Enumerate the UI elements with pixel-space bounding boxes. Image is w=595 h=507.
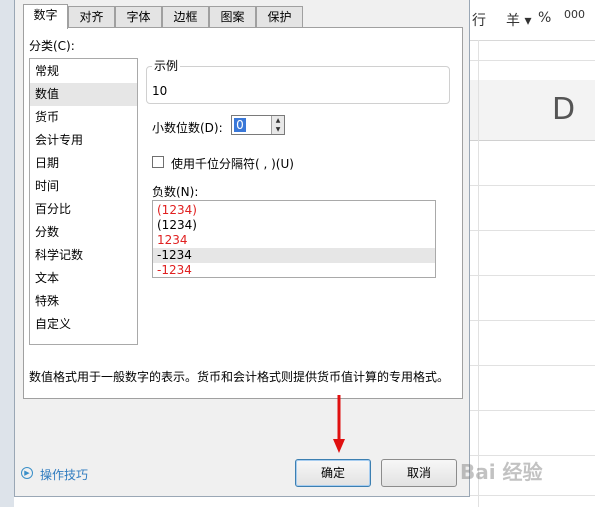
grid-line bbox=[470, 410, 595, 411]
category-list[interactable]: 常规 数值 货币 会计专用 日期 时间 百分比 分数 科学记数 文本 特殊 自定… bbox=[29, 58, 138, 345]
tab-font[interactable]: 字体 bbox=[115, 6, 162, 28]
negative-option[interactable]: -1234 bbox=[153, 248, 435, 263]
column-header-label: D bbox=[552, 92, 576, 127]
tab-border[interactable]: 边框 bbox=[162, 6, 209, 28]
category-item[interactable]: 文本 bbox=[30, 267, 137, 290]
watermark-logo: Bai 经验 bbox=[460, 460, 543, 484]
grid-line bbox=[470, 495, 595, 496]
tab-pattern[interactable]: 图案 bbox=[209, 6, 256, 28]
thousand-separator-label[interactable]: 使用千位分隔符( , )(U) bbox=[171, 155, 294, 172]
thousands-format-button[interactable]: 000 bbox=[564, 8, 585, 21]
tab-number[interactable]: 数字 bbox=[23, 4, 68, 29]
toolbar-partial-text: 行 bbox=[472, 13, 486, 29]
decimal-places-spinner: 0 ▲ ▼ bbox=[231, 115, 285, 135]
thousand-separator-checkbox[interactable] bbox=[152, 156, 164, 168]
play-circle-icon: ▶ bbox=[21, 467, 33, 479]
sample-legend: 示例 bbox=[152, 57, 181, 74]
number-tab-panel: 分类(C): 常规 数值 货币 会计专用 日期 时间 百分比 分数 科学记数 文… bbox=[23, 27, 463, 399]
category-item[interactable]: 时间 bbox=[30, 175, 137, 198]
decimal-places-input[interactable]: 0 bbox=[234, 118, 246, 132]
format-description: 数值格式用于一般数字的表示。货币和会计格式则提供货币值计算的专用格式。 bbox=[29, 370, 450, 384]
app-left-edge bbox=[0, 0, 14, 507]
currency-format-button[interactable]: 羊 ▾ bbox=[506, 10, 531, 30]
category-item[interactable]: 分数 bbox=[30, 221, 137, 244]
column-header-d[interactable]: D bbox=[470, 80, 595, 141]
negative-numbers-list[interactable]: (1234) (1234) 1234 -1234 -1234 bbox=[152, 200, 436, 278]
arrow-head bbox=[333, 439, 345, 453]
sample-box bbox=[146, 66, 450, 104]
category-item[interactable]: 百分比 bbox=[30, 198, 137, 221]
spin-down-button[interactable]: ▼ bbox=[271, 125, 284, 134]
negative-option[interactable]: (1234) bbox=[153, 203, 435, 218]
red-arrow-icon bbox=[333, 395, 345, 453]
category-item[interactable]: 数值 bbox=[30, 83, 137, 106]
category-item[interactable]: 会计专用 bbox=[30, 129, 137, 152]
grid-line bbox=[470, 320, 595, 321]
ribbon-toolbar: 行 羊 ▾ % 000 bbox=[470, 0, 595, 41]
category-label: 分类(C): bbox=[29, 39, 75, 53]
negative-option[interactable]: (1234) bbox=[153, 218, 435, 233]
decimal-places-label: 小数位数(D): bbox=[152, 121, 223, 135]
category-item[interactable]: 货币 bbox=[30, 106, 137, 129]
grid-line bbox=[470, 230, 595, 231]
negative-option[interactable]: 1234 bbox=[153, 233, 435, 248]
grid-line bbox=[470, 185, 595, 186]
spin-up-button[interactable]: ▲ bbox=[271, 116, 284, 125]
sample-value: 10 bbox=[152, 84, 168, 98]
tab-protection[interactable]: 保护 bbox=[256, 6, 303, 28]
spreadsheet-background: 行 羊 ▾ % 000 D bbox=[470, 0, 595, 507]
ok-button[interactable]: 确定 bbox=[295, 459, 371, 487]
category-item[interactable]: 自定义 bbox=[30, 313, 137, 336]
category-item[interactable]: 科学记数 bbox=[30, 244, 137, 267]
category-item[interactable]: 特殊 bbox=[30, 290, 137, 313]
percent-format-button[interactable]: % bbox=[538, 10, 551, 26]
grid-line bbox=[470, 275, 595, 276]
tab-alignment[interactable]: 对齐 bbox=[68, 6, 115, 28]
format-cells-dialog: 数字 对齐 字体 边框 图案 保护 分类(C): 常规 数值 货币 会计专用 日… bbox=[14, 0, 470, 497]
cancel-button[interactable]: 取消 bbox=[381, 459, 457, 487]
category-item[interactable]: 日期 bbox=[30, 152, 137, 175]
grid-line bbox=[470, 60, 595, 61]
negative-numbers-label: 负数(N): bbox=[152, 185, 199, 199]
tips-label[interactable]: 操作技巧 bbox=[40, 466, 88, 483]
grid-line bbox=[478, 40, 479, 507]
grid-line bbox=[470, 365, 595, 366]
negative-option[interactable]: -1234 bbox=[153, 263, 435, 278]
category-item[interactable]: 常规 bbox=[30, 60, 137, 83]
